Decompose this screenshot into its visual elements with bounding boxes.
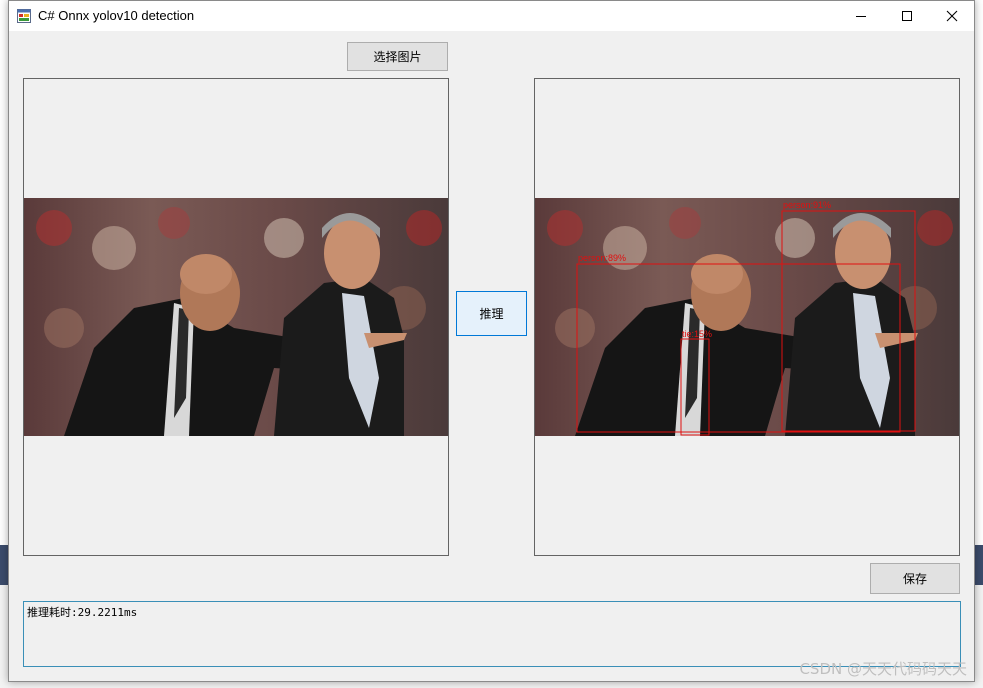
detection-label-person-1: person:91% <box>783 200 831 210</box>
close-button[interactable] <box>929 1 975 31</box>
source-image-box <box>23 78 449 556</box>
inference-time-text: 推理耗时:29.2211ms <box>27 606 138 619</box>
source-photo <box>24 198 448 436</box>
result-image-box: person:91% person:89% tie:15% <box>534 78 960 556</box>
select-image-button[interactable]: 选择图片 <box>347 42 448 71</box>
infer-button[interactable]: 推理 <box>456 291 527 336</box>
save-button[interactable]: 保存 <box>870 563 960 594</box>
maximize-button[interactable] <box>884 1 930 31</box>
window-title: C# Onnx yolov10 detection <box>38 8 195 23</box>
detection-label-person-2: person:89% <box>578 253 626 263</box>
app-form-icon <box>17 9 31 23</box>
app-window: C# Onnx yolov10 detection 选择图片 推理 person… <box>8 0 975 682</box>
detection-label-tie: tie:15% <box>682 329 712 339</box>
csdn-watermark: CSDN @天天代码码天天 <box>799 660 967 678</box>
maximize-icon <box>902 11 912 21</box>
minimize-button[interactable] <box>838 1 884 31</box>
close-icon <box>946 10 958 22</box>
minimize-icon <box>856 16 866 17</box>
result-photo: person:91% person:89% tie:15% <box>535 198 959 436</box>
title-bar: C# Onnx yolov10 detection <box>9 1 974 31</box>
